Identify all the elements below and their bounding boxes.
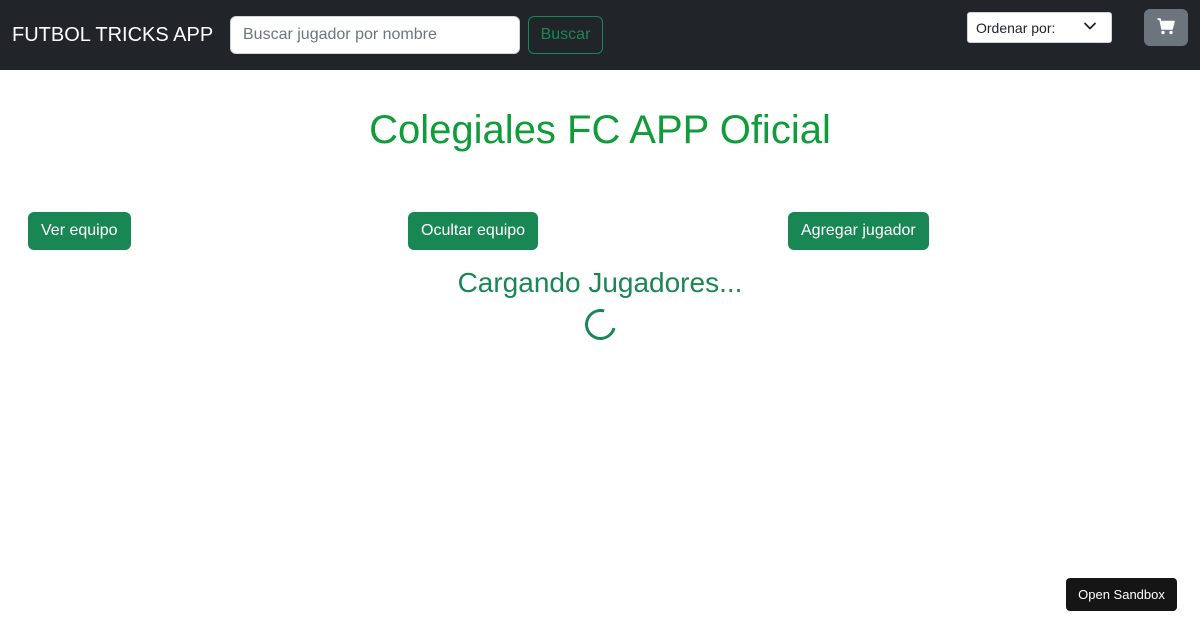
search-input[interactable]: [230, 16, 520, 54]
ver-equipo-button[interactable]: Ver equipo: [28, 212, 131, 250]
loading-text: Cargando Jugadores...: [457, 267, 743, 298]
cart-icon: [1157, 18, 1175, 35]
navbar: FUTBOL TRICKS APP Buscar Ordenar por:: [0, 0, 1200, 70]
sort-select[interactable]: Ordenar por:: [967, 12, 1112, 43]
cart-button[interactable]: [1144, 9, 1188, 46]
page-title: Colegiales FC APP Oficial: [369, 108, 831, 152]
sort-select-label: Ordenar por:: [976, 20, 1056, 36]
search-button[interactable]: Buscar: [528, 16, 603, 54]
agregar-jugador-button[interactable]: Agregar jugador: [788, 212, 929, 250]
loading-spinner-icon: [579, 303, 622, 346]
chevron-down-icon: [1084, 22, 1096, 30]
open-sandbox-button[interactable]: Open Sandbox: [1066, 578, 1177, 611]
ocultar-equipo-button[interactable]: Ocultar equipo: [408, 212, 539, 250]
brand-title[interactable]: FUTBOL TRICKS APP: [12, 22, 213, 48]
